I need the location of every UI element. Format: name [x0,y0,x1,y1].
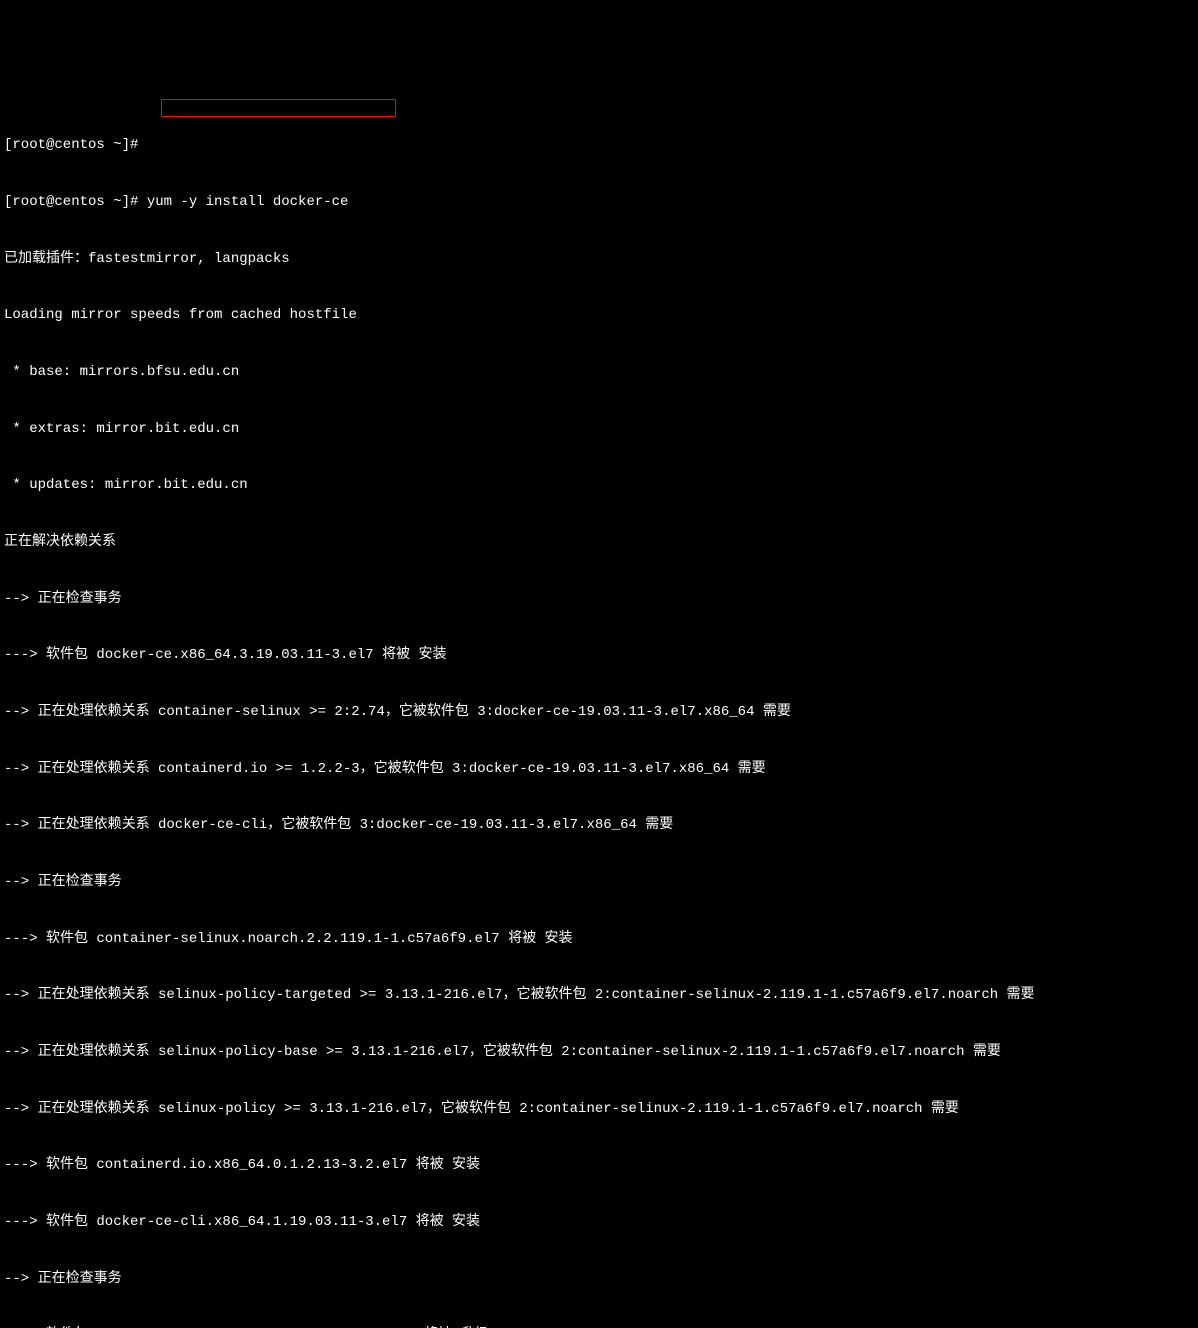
terminal-line: ---> 软件包 container-selinux.noarch.2.2.11… [4,930,1194,949]
terminal-line: ---> 软件包 docker-ce.x86_64.3.19.03.11-3.e… [4,646,1194,665]
terminal-line: --> 正在处理依赖关系 docker-ce-cli，它被软件包 3:docke… [4,816,1194,835]
terminal-line: --> 正在处理依赖关系 containerd.io >= 1.2.2-3，它被… [4,760,1194,779]
terminal-line: ---> 软件包 containerd.io.x86_64.0.1.2.13-3… [4,1156,1194,1175]
command-highlight-box [161,99,396,117]
terminal-line: * base: mirrors.bfsu.edu.cn [4,363,1194,382]
terminal-line: --> 正在检查事务 [4,1270,1194,1289]
terminal-line: --> 正在检查事务 [4,873,1194,892]
terminal-line: [root@centos ~]# [4,136,1194,155]
terminal-line: --> 正在处理依赖关系 selinux-policy >= 3.13.1-21… [4,1100,1194,1119]
terminal-line: --> 正在处理依赖关系 selinux-policy-base >= 3.13… [4,1043,1194,1062]
terminal-line: * extras: mirror.bit.edu.cn [4,420,1194,439]
terminal-line: Loading mirror speeds from cached hostfi… [4,306,1194,325]
terminal-output[interactable]: [root@centos ~]# [root@centos ~]# yum -y… [4,80,1194,1328]
terminal-line: ---> 软件包 docker-ce-cli.x86_64.1.19.03.11… [4,1213,1194,1232]
terminal-line: ---> 软件包 selinux-policy.noarch.0.3.13.1-… [4,1326,1194,1328]
terminal-line: 正在解决依赖关系 [4,533,1194,552]
terminal-line: --> 正在处理依赖关系 container-selinux >= 2:2.74… [4,703,1194,722]
terminal-line: --> 正在检查事务 [4,590,1194,609]
terminal-line: [root@centos ~]# yum -y install docker-c… [4,193,1194,212]
terminal-line: --> 正在处理依赖关系 selinux-policy-targeted >= … [4,986,1194,1005]
terminal-line: 已加载插件：fastestmirror, langpacks [4,250,1194,269]
terminal-line: * updates: mirror.bit.edu.cn [4,476,1194,495]
